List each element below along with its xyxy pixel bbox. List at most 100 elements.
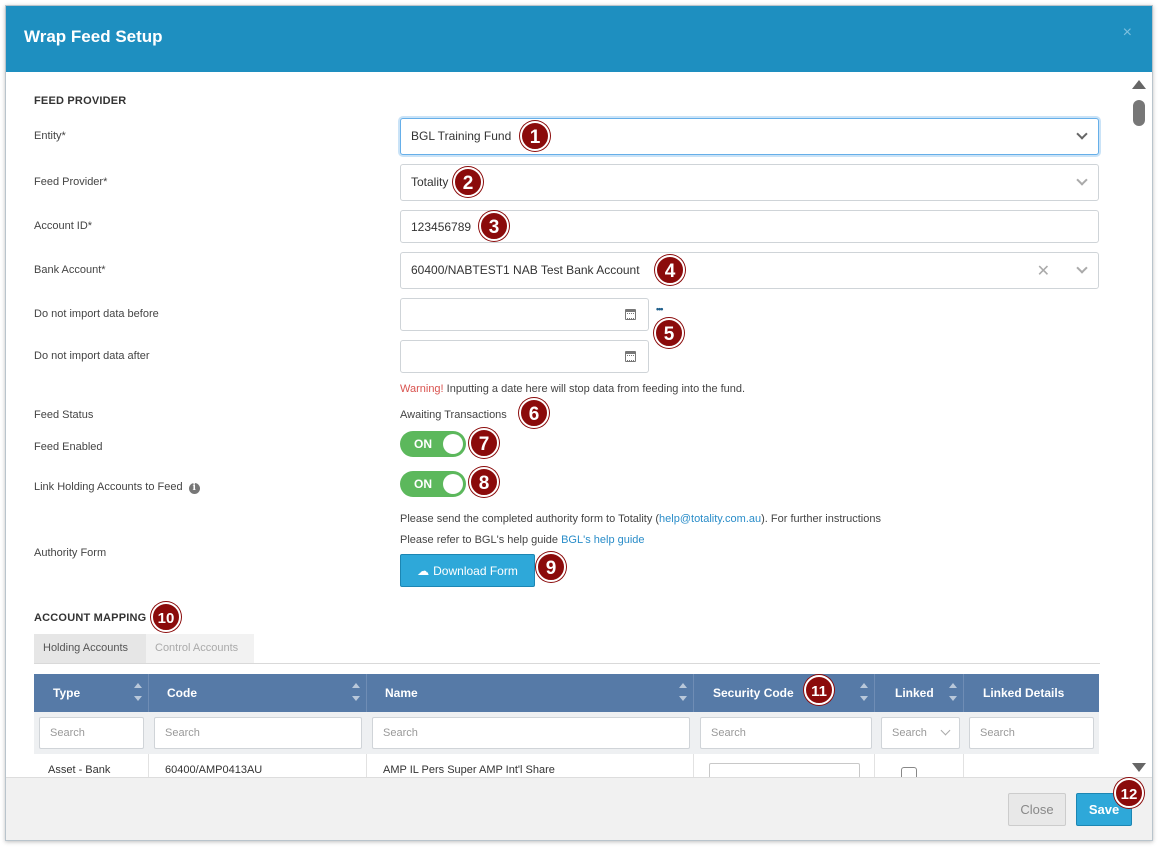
link-holding-toggle[interactable]: ON [400,471,466,497]
cell-security-code [694,754,875,777]
warning-text: Inputting a date here will stop data fro… [443,383,746,395]
code-search-input[interactable]: Search [154,717,362,749]
annotation-badge-4: 4 [655,255,685,285]
annotation-badge-12: 12 [1114,778,1144,808]
tab-control-accounts[interactable]: Control Accounts [146,634,254,664]
annotation-badge-6: 6 [519,398,549,428]
sort-icon[interactable] [134,683,142,703]
help-guide-text: Please refer to BGL's help guide [400,534,562,546]
vertical-scrollbar[interactable] [1132,78,1146,778]
chevron-down-icon [1076,128,1088,140]
column-label: Security Code [713,686,794,700]
wrap-feed-setup-dialog: Wrap Feed Setup × FEED PROVIDER Entity* … [5,5,1153,841]
linked-filter-value: Search [892,727,927,739]
feed-enabled-label: Feed Enabled [34,441,103,453]
name-search-input[interactable]: Search [372,717,690,749]
scroll-thumb[interactable] [1133,100,1145,126]
dialog-body: FEED PROVIDER Entity* BGL Training Fund … [6,72,1135,777]
date-warning: Warning! Inputting a date here will stop… [400,383,745,395]
bank-account-value: 60400/NABTEST1 NAB Test Bank Account [411,263,640,277]
close-button[interactable]: Close [1008,793,1066,826]
toggle-knob [443,474,463,494]
annotation-badge-3: 3 [479,211,509,241]
help-guide-link[interactable]: BGL's help guide [561,534,644,546]
toggle-state: ON [414,437,432,451]
authority-instructions: Please send the completed authority form… [400,513,881,525]
type-search-input[interactable]: Search [39,717,144,749]
column-label: Type [53,686,81,700]
more-options-icon[interactable]: ••• [656,304,664,314]
column-header-name[interactable]: Name [367,674,694,712]
tab-holding-accounts[interactable]: Holding Accounts [34,634,146,664]
chevron-down-icon [940,725,951,736]
column-header-linked[interactable]: Linked [875,674,964,712]
annotation-badge-7: 7 [469,428,499,458]
entity-value: BGL Training Fund [411,129,512,143]
chevron-down-icon [1076,262,1088,274]
help-guide-line: Please refer to BGL's help guide BGL's h… [400,534,645,546]
date-after-label: Do not import data after [34,350,150,362]
authority-form-label: Authority Form [34,547,107,559]
sort-icon[interactable] [679,683,687,703]
table-row[interactable]: Asset - Bank 60400/AMP0413AU AMP IL Pers… [34,754,1099,777]
cell-linked-details [964,754,1099,777]
column-header-type[interactable]: Type [34,674,149,712]
feed-provider-label: Feed Provider* [34,176,108,188]
column-label: Linked [895,686,934,700]
bank-account-select[interactable]: 60400/NABTEST1 NAB Test Bank Account ✕ [400,252,1099,289]
authority-text: Please send the completed authority form… [400,513,660,525]
linked-details-search-input[interactable]: Search [969,717,1094,749]
security-code-input[interactable] [709,763,860,777]
info-icon[interactable]: i [188,483,200,494]
column-header-linked-details: Linked Details [983,686,1065,700]
column-header-code[interactable]: Code [149,674,367,712]
annotation-badge-11: 11 [804,675,834,705]
clear-icon[interactable]: ✕ [1037,261,1050,281]
account-id-value: 123456789 [411,220,472,234]
sort-icon[interactable] [352,683,360,703]
date-after-input[interactable] [400,340,649,373]
scroll-down-icon[interactable] [1132,763,1146,772]
dialog-header: Wrap Feed Setup × [6,6,1152,72]
security-code-search-input[interactable]: Search [700,717,872,749]
linked-checkbox[interactable] [901,767,917,777]
toggle-knob [443,434,463,454]
filter-row: Search Search Search Search Search Searc… [34,712,1099,754]
annotation-badge-2: 2 [453,167,483,197]
link-holding-text: Link Holding Accounts to Feed [34,481,183,493]
download-form-button[interactable]: ☁ Download Form [400,554,535,587]
link-holding-label: Link Holding Accounts to Feed i [34,481,200,494]
section-title-account-mapping: ACCOUNT MAPPING [34,612,147,624]
entity-label: Entity* [34,130,66,142]
dialog-title: Wrap Feed Setup [24,27,163,46]
dialog-footer: Close Save 12 [6,777,1152,840]
totality-email-link[interactable]: help@totality.com.au [659,513,761,525]
date-before-input[interactable] [400,298,649,331]
chevron-down-icon [1076,174,1088,186]
sort-icon[interactable] [860,683,868,703]
column-label: Name [385,686,418,700]
date-before-label: Do not import data before [34,308,159,320]
annotation-badge-1: 1 [520,121,550,151]
column-header-security-code[interactable]: Security Code [694,674,875,712]
entity-select[interactable]: BGL Training Fund [400,118,1099,155]
calendar-icon[interactable] [625,309,636,320]
authority-text-end: ). For further instructions [761,513,881,525]
tabs-divider [34,663,1100,664]
bank-account-label: Bank Account* [34,264,106,276]
toggle-state: ON [414,477,432,491]
feed-enabled-toggle[interactable]: ON [400,431,466,457]
annotation-badge-10: 10 [151,602,181,632]
sort-icon[interactable] [949,683,957,703]
calendar-icon[interactable] [625,351,636,362]
feed-provider-value: Totality [411,175,449,189]
section-title-feed-provider: FEED PROVIDER [34,95,127,107]
warning-prefix: Warning! [400,383,444,395]
annotation-badge-9: 9 [536,552,566,582]
linked-filter-select[interactable]: Search [881,717,960,749]
download-form-label: Download Form [433,563,518,578]
cloud-download-icon: ☁ [417,563,430,578]
scroll-up-icon[interactable] [1132,80,1146,89]
feed-provider-select[interactable]: Totality [400,164,1099,201]
close-icon[interactable]: × [1123,24,1132,42]
